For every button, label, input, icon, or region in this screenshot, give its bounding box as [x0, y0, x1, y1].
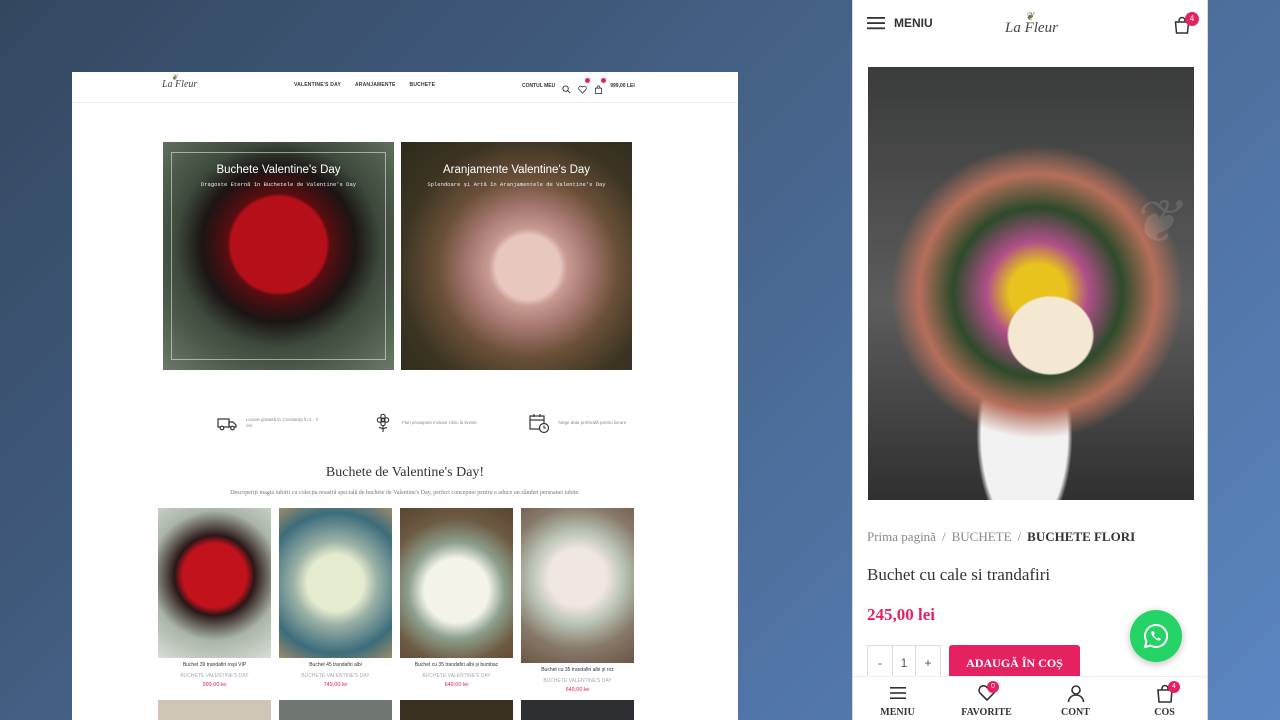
desktop-header-actions: CONTUL MEU 999,00 LEI	[522, 78, 635, 94]
product-grid: Buchet 39 trandafiri roșii VIP BUCHETE V…	[158, 508, 634, 693]
bottom-nav-label: MENIU	[880, 707, 915, 718]
breadcrumb-current[interactable]: BUCHETE FLORI	[1027, 529, 1135, 545]
banner-buchete-valentines[interactable]: Buchete Valentine's Day Dragoste Eternă …	[163, 142, 394, 370]
qty-decrease-button[interactable]: -	[868, 646, 892, 680]
product-card[interactable]: Buchet cu 35 trandafiri albi și roz BUCH…	[521, 508, 634, 693]
hamburger-icon	[889, 687, 906, 699]
whatsapp-icon	[1143, 623, 1168, 649]
section-title: Buchete de Valentine's Day!	[325, 465, 485, 480]
qty-input[interactable]: 1	[892, 646, 916, 680]
wishlist-heart-icon[interactable]	[578, 78, 591, 94]
product-card[interactable]: Buchet 39 trandafiri roșii VIP BUCHETE V…	[158, 508, 271, 693]
product-price: 649,00 lei	[565, 687, 590, 693]
product-image[interactable]	[158, 508, 271, 658]
breadcrumb: Prima pagină / BUCHETE / BUCHETE FLORI	[867, 529, 1135, 545]
banner-title: Buchete Valentine's Day	[216, 164, 341, 176]
search-icon[interactable]	[562, 81, 571, 94]
product-image[interactable]	[279, 700, 392, 720]
breadcrumb-separator: /	[941, 529, 946, 544]
banner-aranjamente-valentines[interactable]: Aranjamente Valentine's Day Splendoare ș…	[401, 142, 632, 370]
banner-title: Aranjamente Valentine's Day	[442, 164, 591, 176]
breadcrumb-separator: /	[1017, 529, 1022, 544]
product-image[interactable]	[158, 700, 271, 720]
product-image[interactable]	[521, 700, 634, 720]
account-link[interactable]: CONTUL MEU	[522, 83, 555, 89]
desktop-nav: VALENTINE'S DAY ARANJAMENTE BUCHETE	[294, 82, 435, 88]
section-subtitle: Descoperiți magia iubirii cu colecția no…	[230, 490, 580, 496]
product-image[interactable]	[521, 508, 634, 663]
cart-badge: 4	[1168, 681, 1180, 693]
product-name[interactable]: Buchet 39 trandafiri roșii VIP	[158, 662, 271, 668]
product-price: 999,00 lei	[202, 682, 227, 688]
desktop-preview: ❦ La Fleur VALENTINE'S DAY ARANJAMENTE B…	[72, 72, 738, 720]
product-price: 649,00 lei	[444, 682, 469, 688]
product-grid-row-2	[158, 700, 634, 720]
product-card[interactable]: Buchet 45 trandafiri albi BUCHETE VALENT…	[279, 508, 392, 693]
product-name[interactable]: Buchet cu 35 trandafiri albi și roz	[521, 667, 634, 673]
product-card[interactable]: Buchet cu 35 trandafiri albi și bumbac B…	[400, 508, 513, 693]
nav-buchete[interactable]: BUCHETE	[410, 82, 436, 88]
favorite-badge: 0	[987, 681, 999, 693]
product-category[interactable]: BUCHETE VALENTINE'S DAY	[521, 678, 634, 684]
bottom-nav-cart[interactable]: 4 COS	[1120, 677, 1207, 720]
cart-amount[interactable]: 999,00 LEI	[610, 83, 634, 89]
bottom-nav-label: COS	[1154, 707, 1175, 718]
delivery-truck-icon	[216, 412, 238, 434]
hamburger-icon	[867, 17, 885, 30]
product-price: 245,00 lei	[867, 605, 935, 624]
cart-badge	[601, 78, 607, 83]
nav-valentines[interactable]: VALENTINE'S DAY	[294, 82, 341, 88]
cart-badge: 4	[1185, 12, 1199, 26]
logo-watermark-icon: ❦	[1129, 189, 1180, 255]
product-title: Buchet cu cale si trandafiri	[867, 565, 1051, 584]
banner-subtitle: Dragoste Eternă în Buchetele de Valentin…	[200, 181, 357, 188]
product-image[interactable]	[400, 508, 513, 658]
feature-delivery: Livrare gratuită în Constanța în 2 - 4 o…	[216, 412, 321, 434]
flower-icon	[372, 412, 394, 434]
mobile-menu-toggle[interactable]: MENIU	[867, 16, 933, 30]
menu-label: MENIU	[894, 16, 933, 30]
product-category[interactable]: BUCHETE VALENTINE'S DAY	[279, 673, 392, 679]
product-name[interactable]: Buchet cu 35 trandafiri albi și bumbac	[400, 662, 513, 668]
desktop-header: ❦ La Fleur VALENTINE'S DAY ARANJAMENTE B…	[72, 72, 738, 103]
breadcrumb-category[interactable]: BUCHETE	[952, 529, 1012, 545]
user-icon	[1067, 685, 1084, 703]
product-name[interactable]: Buchet 45 trandafiri albi	[279, 662, 392, 668]
desktop-logo[interactable]: ❦ La Fleur	[162, 73, 198, 90]
bottom-nav-favorite[interactable]: 0 FAVORITE	[942, 677, 1031, 720]
banner-subtitle: Splendoare și Artă în Aranjamentele de V…	[427, 181, 606, 188]
bottom-nav-account[interactable]: CONT	[1031, 677, 1120, 720]
product-image[interactable]	[400, 700, 513, 720]
whatsapp-chat-button[interactable]	[1130, 610, 1182, 662]
mobile-bottom-nav: MENIU 0 FAVORITE CONT 4 COS	[853, 676, 1207, 720]
bottom-nav-menu[interactable]: MENIU	[853, 677, 942, 720]
calendar-clock-icon	[528, 412, 550, 434]
feature-text: Alege data preferată pentru livrare	[558, 420, 627, 425]
product-image[interactable]	[279, 508, 392, 658]
leaf-icon: ❦	[1025, 11, 1035, 23]
nav-aranjamente[interactable]: ARANJAMENTE	[355, 82, 396, 88]
feature-fresh: Flori proaspete incluse zilnic la livrar…	[372, 412, 477, 434]
wishlist-badge	[585, 78, 591, 83]
product-photo[interactable]: ❦	[868, 67, 1194, 500]
product-price: 749,00 lei	[323, 682, 348, 688]
product-category[interactable]: BUCHETE VALENTINE'S DAY	[158, 673, 271, 679]
feature-text: Flori proaspete incluse zilnic la livrar…	[402, 420, 477, 425]
feature-text: Livrare gratuită în Constanța în 2 - 4 o…	[246, 417, 319, 428]
mobile-header: MENIU ❦ La Fleur 4	[853, 0, 1207, 52]
breadcrumb-home[interactable]: Prima pagină	[867, 529, 936, 545]
product-category[interactable]: BUCHETE VALENTINE'S DAY	[400, 673, 513, 679]
bottom-nav-label: CONT	[1061, 707, 1090, 718]
bottom-nav-label: FAVORITE	[961, 707, 1012, 718]
qty-increase-button[interactable]: +	[916, 646, 940, 680]
mobile-cart-button[interactable]: 4	[1173, 12, 1199, 36]
leaf-icon: ❦	[171, 73, 178, 82]
logo-text: La Fleur	[162, 79, 198, 90]
mobile-logo[interactable]: ❦ La Fleur	[1005, 11, 1058, 37]
feature-date: Alege data preferată pentru livrare	[528, 412, 633, 434]
cart-icon[interactable]	[594, 78, 607, 94]
